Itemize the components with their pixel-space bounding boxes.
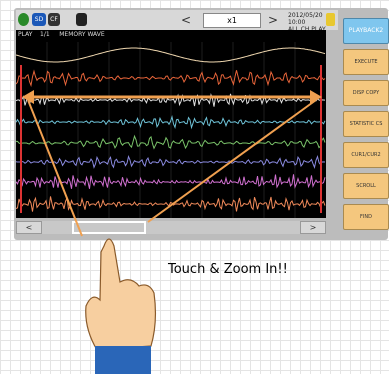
touch-zoom-caption: Touch & Zoom In!! xyxy=(168,262,288,277)
zoom-double-arrow-icon xyxy=(22,90,322,104)
gesture-overlay xyxy=(22,90,322,374)
zoom-guide-right xyxy=(147,99,317,223)
sleeve xyxy=(95,346,151,374)
zoom-guide-left xyxy=(27,99,83,237)
hand-pointer-icon xyxy=(85,238,157,374)
